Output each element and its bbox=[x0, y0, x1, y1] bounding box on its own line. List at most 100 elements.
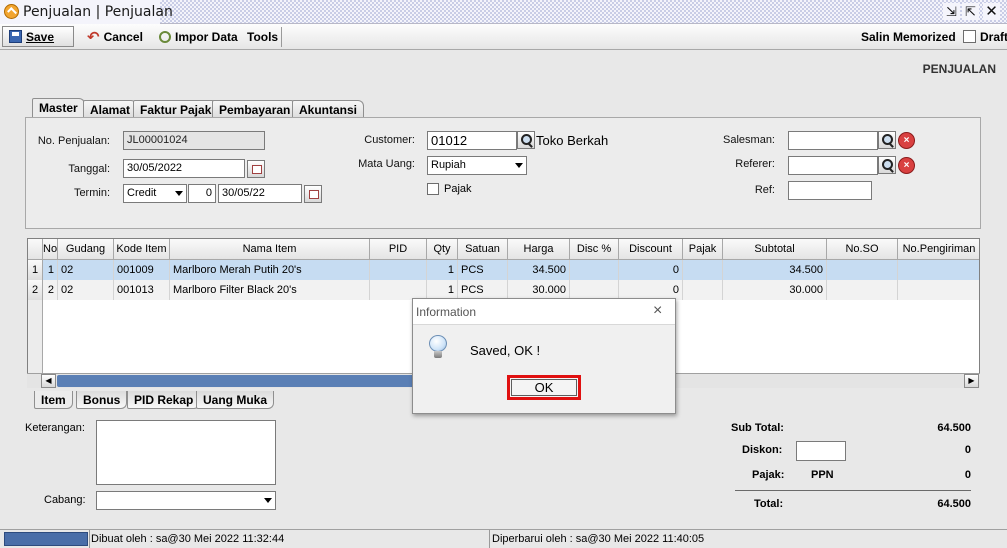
dialog-title-bar: Information × bbox=[413, 299, 675, 325]
tab-pembayaran[interactable]: Pembayaran bbox=[212, 100, 298, 118]
cabang-label: Cabang: bbox=[44, 494, 86, 506]
draft-checkbox[interactable]: Draft bbox=[958, 26, 1007, 47]
termin-date-field[interactable]: 30/05/22 bbox=[218, 184, 302, 203]
close-icon[interactable]: ✕ bbox=[983, 3, 1000, 20]
col-no-pengiriman[interactable]: No.Pengiriman bbox=[898, 239, 979, 260]
total-divider bbox=[735, 490, 971, 491]
dialog-title: Information bbox=[416, 305, 477, 319]
customer-search-icon[interactable] bbox=[517, 131, 535, 149]
title-bar: Penjualan | Penjualan ⇲ ⇱ ✕ bbox=[0, 0, 1007, 24]
col-no-so[interactable]: No.SO bbox=[827, 239, 898, 260]
pajak-check-box[interactable] bbox=[427, 183, 439, 195]
customer-name: Toko Berkah bbox=[536, 133, 608, 148]
chevron-down-icon bbox=[264, 498, 272, 503]
lightbulb-icon bbox=[429, 335, 447, 358]
salesman-label: Salesman: bbox=[723, 134, 775, 146]
tab-akuntansi[interactable]: Akuntansi bbox=[292, 100, 365, 118]
cabang-select[interactable] bbox=[96, 491, 276, 510]
tab-alamat[interactable]: Alamat bbox=[83, 100, 138, 118]
col-no[interactable]: No bbox=[43, 239, 58, 260]
tab-pid-rekap[interactable]: PID Rekap bbox=[127, 391, 201, 409]
customer-label: Customer: bbox=[364, 134, 415, 146]
pajak-total-label: Pajak: bbox=[752, 469, 785, 481]
col-discount[interactable]: Discount bbox=[619, 239, 683, 260]
termin-days-field[interactable]: 0 bbox=[188, 184, 216, 203]
no-penjualan-label: No. Penjualan: bbox=[37, 135, 110, 147]
referer-label: Referer: bbox=[735, 158, 775, 170]
subtotal-label: Sub Total: bbox=[731, 422, 784, 434]
diskon-field[interactable] bbox=[796, 441, 846, 461]
status-dibuat: Dibuat oleh : sa@30 Mei 2022 11:32:44 bbox=[91, 533, 285, 545]
mata-uang-select[interactable]: Rupiah bbox=[427, 156, 527, 175]
undo-icon: ↶ bbox=[87, 28, 100, 46]
total-value: 64.500 bbox=[937, 498, 971, 510]
col-qty[interactable]: Qty bbox=[427, 239, 458, 260]
tab-uang-muka[interactable]: Uang Muka bbox=[196, 391, 275, 409]
salin-memorized-button[interactable]: Salin Memorized bbox=[854, 26, 963, 47]
col-pajak[interactable]: Pajak bbox=[683, 239, 723, 260]
dialog-message: Saved, OK ! bbox=[470, 343, 541, 358]
pajak-type: PPN bbox=[811, 469, 834, 481]
window-title: Penjualan | Penjualan bbox=[23, 4, 173, 20]
chevron-down-icon bbox=[515, 163, 523, 168]
dialog-close-icon[interactable]: × bbox=[653, 302, 662, 320]
tanggal-label: Tanggal: bbox=[68, 163, 110, 175]
total-label: Total: bbox=[754, 498, 784, 510]
customer-code-field[interactable]: 01012 bbox=[427, 131, 517, 150]
status-progress bbox=[4, 532, 88, 546]
termin-label: Termin: bbox=[73, 187, 110, 199]
impor-data-button[interactable]: Impor Data bbox=[152, 26, 245, 47]
ok-button[interactable]: OK bbox=[507, 375, 581, 400]
information-dialog: Information × Saved, OK ! OK bbox=[412, 298, 676, 414]
floppy-icon bbox=[9, 30, 22, 43]
salesman-clear-icon[interactable]: × bbox=[898, 132, 915, 149]
import-icon bbox=[159, 30, 171, 43]
restore-icon[interactable]: ⇲ bbox=[943, 3, 960, 20]
tab-item[interactable]: Item bbox=[34, 391, 73, 409]
referer-field[interactable] bbox=[788, 156, 878, 175]
keterangan-label: Keterangan: bbox=[25, 422, 85, 434]
salesman-search-icon[interactable] bbox=[878, 131, 896, 149]
draft-check-box[interactable] bbox=[963, 30, 976, 43]
tab-faktur-pajak[interactable]: Faktur Pajak bbox=[133, 100, 219, 118]
col-nama-item[interactable]: Nama Item bbox=[170, 239, 370, 260]
maximize-icon[interactable]: ⇱ bbox=[962, 3, 979, 20]
col-gudang[interactable]: Gudang bbox=[58, 239, 114, 260]
termin-calendar-icon[interactable] bbox=[304, 185, 322, 203]
diskon-value: 0 bbox=[964, 444, 971, 456]
col-subtotal[interactable]: Subtotal bbox=[723, 239, 827, 260]
mata-uang-label: Mata Uang: bbox=[358, 158, 415, 170]
scroll-right-icon[interactable]: ▶ bbox=[964, 374, 979, 388]
ref-field[interactable] bbox=[788, 181, 872, 200]
col-kode-item[interactable]: Kode Item bbox=[114, 239, 170, 260]
save-button[interactable]: Save bbox=[2, 26, 74, 47]
pajak-checkbox[interactable]: Pajak bbox=[427, 183, 472, 195]
col-harga[interactable]: Harga bbox=[508, 239, 570, 260]
tab-bonus[interactable]: Bonus bbox=[76, 391, 128, 409]
ref-label: Ref: bbox=[754, 184, 775, 196]
app-icon bbox=[4, 4, 19, 19]
referer-clear-icon[interactable]: × bbox=[898, 157, 915, 174]
cancel-button[interactable]: ↶ Cancel bbox=[80, 26, 150, 47]
termin-select[interactable]: Credit bbox=[123, 184, 187, 203]
calendar-icon[interactable] bbox=[247, 160, 265, 178]
col-satuan[interactable]: Satuan bbox=[458, 239, 508, 260]
tools-button[interactable]: Tools bbox=[240, 26, 285, 47]
toolbar: Save ↶ Cancel Impor Data Tools Salin Mem… bbox=[0, 24, 1007, 50]
tab-master[interactable]: Master bbox=[32, 98, 85, 118]
diskon-label: Diskon: bbox=[742, 444, 783, 456]
no-penjualan-field[interactable]: JL00001024 bbox=[123, 131, 265, 150]
referer-search-icon[interactable] bbox=[878, 156, 896, 174]
status-diperbarui: Diperbarui oleh : sa@30 Mei 2022 11:40:0… bbox=[492, 533, 705, 545]
status-bar: Dibuat oleh : sa@30 Mei 2022 11:32:44 Di… bbox=[0, 529, 1007, 548]
keterangan-textarea[interactable] bbox=[96, 420, 276, 485]
chevron-down-icon bbox=[175, 191, 183, 196]
salesman-field[interactable] bbox=[788, 131, 878, 150]
col-pid[interactable]: PID bbox=[370, 239, 427, 260]
subtotal-value: 64.500 bbox=[937, 422, 971, 434]
col-disc-pct[interactable]: Disc % bbox=[570, 239, 619, 260]
page-heading: PENJUALAN bbox=[922, 62, 996, 76]
scroll-left-icon[interactable]: ◀ bbox=[41, 374, 56, 388]
tanggal-field[interactable]: 30/05/2022 bbox=[123, 159, 245, 178]
pajak-total-value: 0 bbox=[964, 469, 971, 481]
